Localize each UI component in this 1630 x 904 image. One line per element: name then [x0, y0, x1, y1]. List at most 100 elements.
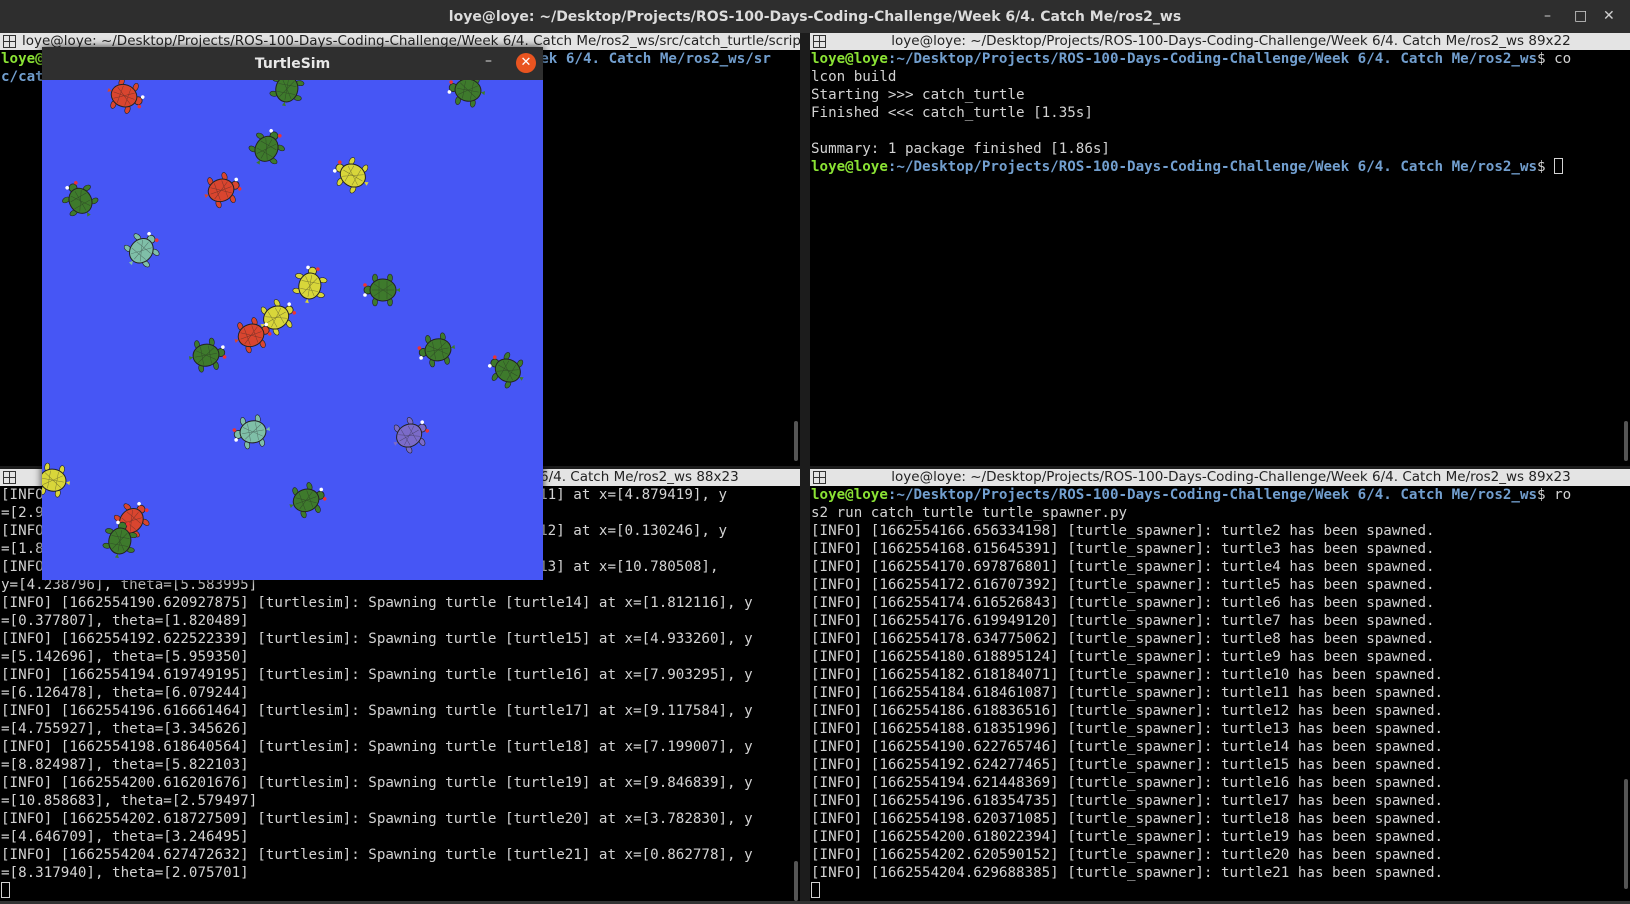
turtle-icon [240, 121, 295, 176]
grid-icon[interactable] [3, 35, 16, 48]
log-line: [INFO] [1662554200.616201676] [turtlesim… [1, 775, 753, 791]
scrollbar[interactable] [1624, 779, 1628, 889]
log-line: =[8.824987], theta=[5.822103] [1, 757, 249, 773]
turtle-icon [196, 164, 247, 215]
turtle-icon [42, 457, 75, 503]
log-line: [INFO] [1662554166.656334198] [turtle_sp… [811, 523, 1435, 539]
output-line: Finished <<< catch_turtle [1.35s] [811, 105, 1093, 121]
log-line: [INFO] [1662554194.621448369] [turtle_sp… [811, 775, 1444, 791]
turtle-icon [99, 80, 150, 122]
pane-title: loye@loye: ~/Desktop/Projects/ROS-100-Da… [891, 469, 1571, 485]
turtle-icon [184, 332, 230, 378]
log-line: [INFO] [1662554200.618022394] [turtle_sp… [811, 829, 1444, 845]
grid-icon[interactable] [813, 471, 826, 484]
pane-titlebar: loye@loye: ~/Desktop/Projects/ROS-100-Da… [810, 33, 1630, 50]
command-text: $ ro [1537, 487, 1572, 503]
log-line: =[8.317940], theta=[2.075701] [1, 865, 249, 881]
scrollbar[interactable] [794, 421, 798, 461]
prompt-path: eek 6/4. Catch Me/ros2_ws/sr [531, 51, 771, 67]
terminal-output[interactable]: loye@loye:~/Desktop/Projects/ROS-100-Day… [810, 50, 1620, 466]
turtlesim-canvas [42, 80, 543, 580]
log-line: [INFO] [1662554192.622522339] [turtlesim… [1, 631, 753, 647]
prompt-user: loye@ [1, 51, 44, 67]
window-title: loye@loye: ~/Desktop/Projects/ROS-100-Da… [448, 8, 1182, 25]
command-text-cont: lcon build [811, 69, 897, 85]
close-icon[interactable]: ✕ [1603, 8, 1615, 24]
terminal-output[interactable]: loye@loye:~/Desktop/Projects/ROS-100-Day… [810, 486, 1620, 904]
log-line: [INFO] [1662554198.618640564] [turtlesim… [1, 739, 753, 755]
output-line: Summary: 1 package finished [1.86s] [811, 141, 1110, 157]
log-line: [INFO] [1662554180.618895124] [turtle_sp… [811, 649, 1435, 665]
turtle-icon [383, 408, 438, 463]
log-line: [INFO] [1662554168.615645391] [turtle_sp… [811, 541, 1435, 557]
turtle-icon [414, 327, 460, 373]
pane-title: loye@loye: ~/Desktop/Projects/ROS-100-Da… [891, 33, 1571, 49]
grid-icon[interactable] [813, 35, 826, 48]
pane-titlebar: loye@loye: ~/Desktop/Projects/ROS-100-Da… [810, 469, 1630, 486]
log-line: [INFO] [1662554172.616707392] [turtle_sp… [811, 577, 1435, 593]
log-line: [INFO] [1662554170.697876801] [turtle_sp… [811, 559, 1435, 575]
log-line: [INFO] [1662554196.616661464] [turtlesim… [1, 703, 753, 719]
cursor [1, 882, 10, 898]
turtlesim-titlebar[interactable]: TurtleSim [42, 47, 543, 80]
terminal-window-titlebar: loye@loye: ~/Desktop/Projects/ROS-100-Da… [0, 0, 1630, 33]
prompt-dollar: $ [1537, 159, 1555, 175]
prompt-user: loye@loye [811, 487, 888, 503]
minimize-icon[interactable]: – [1544, 8, 1551, 24]
pane-splitter-vertical[interactable] [800, 33, 810, 904]
turtle-icon [281, 474, 332, 525]
prompt-path: :~/Desktop/Projects/ROS-100-Days-Coding-… [887, 159, 1538, 175]
log-line: [INFO] [1662554182.618184071] [turtle_sp… [811, 667, 1444, 683]
prompt-path: :~/Desktop/Projects/ROS-100-Days-Coding-… [887, 51, 1538, 67]
cursor [1554, 158, 1564, 174]
turtle-icon [229, 409, 275, 455]
prompt-user: loye@loye [811, 51, 888, 67]
cursor [811, 882, 820, 898]
log-line: [INFO] [1662554186.618836516] [turtle_sp… [811, 703, 1444, 719]
prompt-path-cont: c/cat [1, 69, 44, 85]
log-line: =[4.646709], theta=[3.246495] [1, 829, 249, 845]
log-line: [INFO] [1662554204.629688385] [turtle_sp… [811, 865, 1444, 881]
turtle-icon [444, 80, 490, 113]
grid-icon[interactable] [3, 471, 16, 484]
turtle-icon [287, 262, 333, 308]
turtle-icon [53, 173, 108, 228]
prompt-user: loye@loye [811, 159, 888, 175]
log-line: [INFO] [1662554196.618354735] [turtle_sp… [811, 793, 1444, 809]
log-line: [INFO] [1662554184.618461087] [turtle_sp… [811, 685, 1444, 701]
minimize-icon[interactable]: – [485, 53, 492, 69]
scrollbar[interactable] [794, 861, 798, 901]
log-line: [INFO] [1662554188.618351996] [turtle_sp… [811, 721, 1444, 737]
log-line: [INFO] [1662554202.618727509] [turtlesim… [1, 811, 753, 827]
terminal-pane-bottom-right[interactable]: loye@loye: ~/Desktop/Projects/ROS-100-Da… [810, 469, 1630, 904]
turtle-icon [480, 343, 535, 398]
log-line: [INFO] [1662554176.619949120] [turtle_sp… [811, 613, 1435, 629]
terminal-pane-top-right[interactable]: loye@loye: ~/Desktop/Projects/ROS-100-Da… [810, 33, 1630, 466]
turtlesim-window[interactable]: TurtleSim – ✕ [42, 47, 543, 580]
turtle-icon [325, 148, 380, 203]
log-line: [INFO] [1662554194.619749195] [turtlesim… [1, 667, 753, 683]
turtle-icon [264, 80, 310, 111]
log-line: [INFO] [1662554190.622765746] [turtle_sp… [811, 739, 1444, 755]
close-icon[interactable]: ✕ [516, 53, 536, 73]
log-line: =[10.858683], theta=[2.579497] [1, 793, 258, 809]
log-line: [INFO] [1662554190.620927875] [turtlesim… [1, 595, 753, 611]
log-line: [INFO] [1662554192.624277465] [turtle_sp… [811, 757, 1444, 773]
pane-splitter-horizontal[interactable] [810, 466, 1630, 469]
maximize-icon[interactable]: □ [1574, 8, 1587, 24]
log-line: =[4.755927], theta=[3.345626] [1, 721, 249, 737]
log-line: [INFO] [1662554202.620590152] [turtle_sp… [811, 847, 1444, 863]
command-text-cont: s2 run catch_turtle turtle_spawner.py [811, 505, 1128, 521]
command-text: $ co [1537, 51, 1572, 67]
prompt-path: :~/Desktop/Projects/ROS-100-Days-Coding-… [887, 487, 1538, 503]
turtlesim-title: TurtleSim [254, 55, 331, 72]
pane-title: 6/4. Catch Me/ros2_ws 88x23 [540, 469, 739, 485]
turtle-icon [114, 222, 170, 278]
log-line: [INFO] [1662554204.627472632] [turtlesim… [1, 847, 753, 863]
scrollbar[interactable] [1624, 421, 1628, 461]
output-line: Starting >>> catch_turtle [811, 87, 1025, 103]
log-line: =[0.377807], theta=[1.820489] [1, 613, 249, 629]
log-line: =[5.142696], theta=[5.959350] [1, 649, 249, 665]
log-line: =[6.126478], theta=[6.079244] [1, 685, 249, 701]
log-line: [INFO] [1662554178.634775062] [turtle_sp… [811, 631, 1435, 647]
